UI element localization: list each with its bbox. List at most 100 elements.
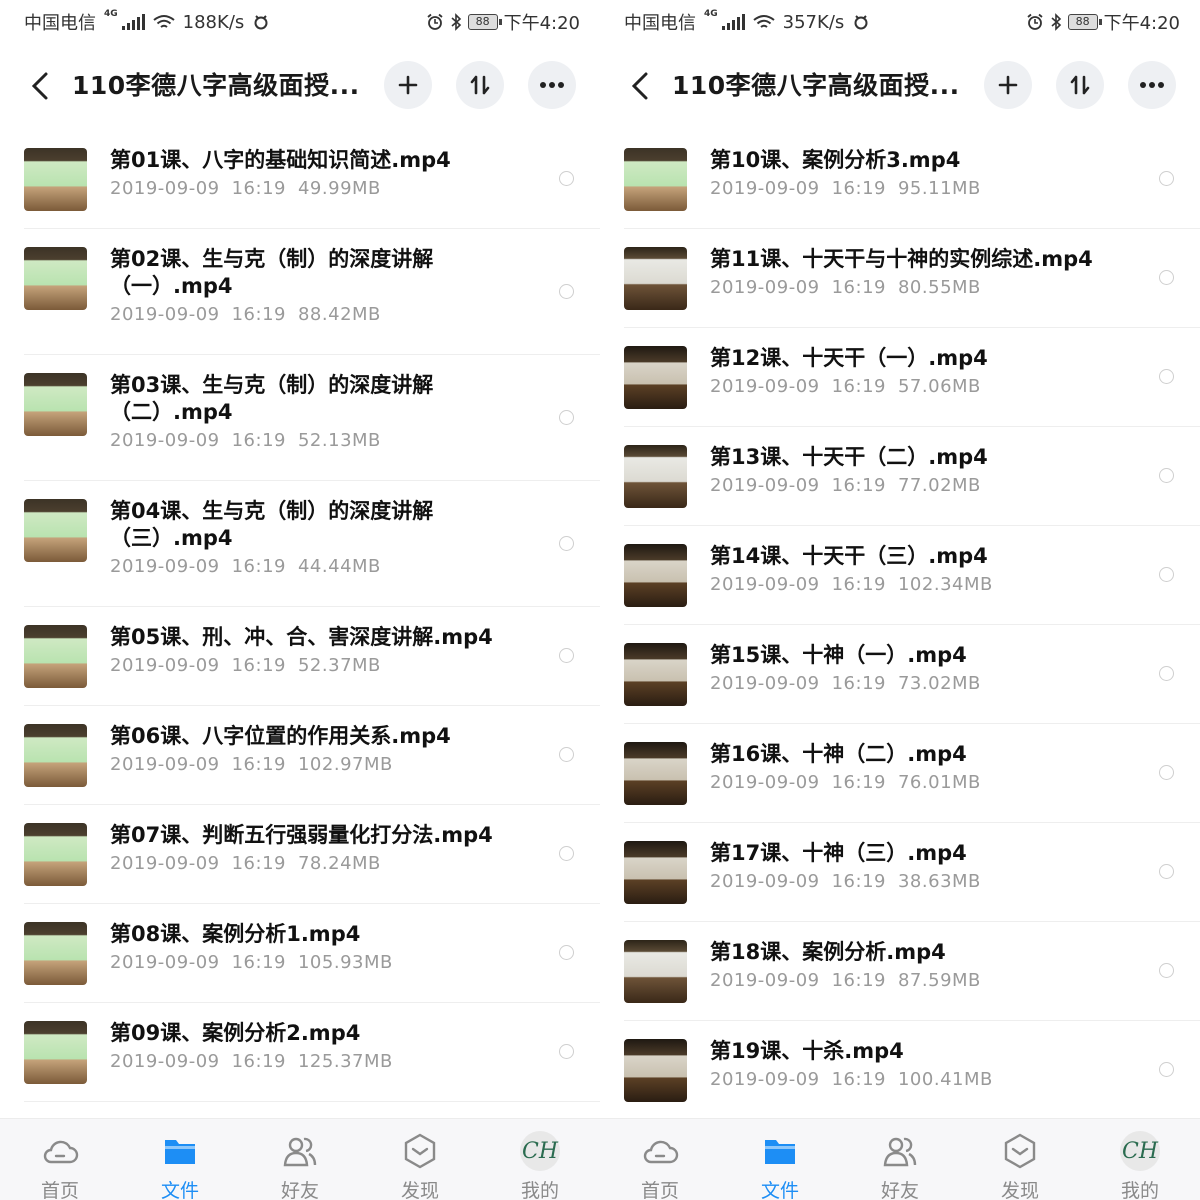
- file-row[interactable]: 第17课、十神（三）.mp4 2019-09-09 16:19 38.63MB: [624, 823, 1200, 922]
- tab-home[interactable]: 首页: [600, 1119, 720, 1200]
- select-radio[interactable]: [1159, 963, 1174, 978]
- file-name: 第17课、十神（三）.mp4: [710, 841, 967, 865]
- add-button[interactable]: [984, 61, 1032, 109]
- select-radio[interactable]: [1159, 864, 1174, 879]
- file-meta: 2019-09-09 16:19 102.34MB: [710, 574, 1005, 595]
- file-row[interactable]: 第04课、生与克（制）的深度讲解（三）.mp4 2019-09-09 16:19 44…: [24, 481, 600, 607]
- tab-discover[interactable]: 发现: [360, 1119, 480, 1200]
- tab-friends[interactable]: 好友: [240, 1119, 360, 1200]
- more-button[interactable]: [528, 61, 576, 109]
- file-date: 2019-09-09: [710, 970, 820, 991]
- alarm-icon: [1027, 13, 1043, 30]
- file-time: 16:19: [831, 1069, 886, 1090]
- video-thumbnail: [624, 1039, 687, 1102]
- file-size: 87.59MB: [897, 970, 981, 991]
- tab-label: 文件: [160, 1180, 199, 1200]
- file-date: 2019-09-09: [710, 673, 820, 694]
- file-meta: 2019-09-09 16:19 44.44MB: [110, 556, 393, 577]
- select-radio[interactable]: [1159, 369, 1174, 384]
- select-radio[interactable]: [559, 648, 574, 663]
- video-thumbnail: [24, 724, 87, 787]
- file-row[interactable]: 第15课、十神（一）.mp4 2019-09-09 16:19 73.02MB: [624, 625, 1200, 724]
- file-row[interactable]: 第16课、十神（二）.mp4 2019-09-09 16:19 76.01MB: [624, 724, 1200, 823]
- more-button[interactable]: [1128, 61, 1176, 109]
- select-radio[interactable]: [559, 747, 574, 762]
- select-radio[interactable]: [559, 536, 574, 551]
- select-radio[interactable]: [1159, 765, 1174, 780]
- file-row[interactable]: 第19课、十杀.mp4 2019-09-09 16:19 100.41MB: [624, 1021, 1200, 1118]
- file-row[interactable]: 第06课、八字位置的作用关系.mp4 2019-09-09 16:19 102.97M…: [24, 706, 600, 805]
- file-meta: 2019-09-09 16:19 105.93MB: [110, 952, 405, 973]
- sort-button[interactable]: [456, 61, 504, 109]
- phone-screen-right: 中国电信 4G 357K/s 88 下午4:20 110李德八字高级面授... …: [600, 0, 1200, 1200]
- tab-label: 首页: [640, 1180, 679, 1200]
- sort-button[interactable]: [1056, 61, 1104, 109]
- select-radio[interactable]: [559, 284, 574, 299]
- phone-screen-left: 中国电信 4G 188K/s 88 下午4:20 110李德八字高级面授... …: [0, 0, 600, 1200]
- signal-icon: [721, 14, 745, 30]
- file-row[interactable]: 第05课、刑、冲、合、害深度讲解.mp4 2019-09-09 16:19 52.37…: [24, 607, 600, 706]
- file-date: 2019-09-09: [710, 871, 820, 892]
- file-size: 52.13MB: [297, 430, 381, 451]
- select-radio[interactable]: [559, 945, 574, 960]
- file-size: 77.02MB: [897, 475, 981, 496]
- back-arrow-icon[interactable]: [626, 68, 656, 104]
- file-row[interactable]: 第08课、案例分析1.mp4 2019-09-09 16:19 105.93MB: [24, 904, 600, 1003]
- file-name: 第06课、八字位置的作用关系.mp4: [110, 724, 451, 748]
- file-size: 125.37MB: [297, 1051, 393, 1072]
- cloud-icon: [43, 1140, 79, 1164]
- file-row[interactable]: 第03课、生与克（制）的深度讲解（二）.mp4 2019-09-09 16:19 52…: [24, 355, 600, 481]
- cloud-icon: [643, 1140, 679, 1164]
- tab-discover[interactable]: 发现: [960, 1119, 1080, 1200]
- select-radio[interactable]: [1159, 1062, 1174, 1077]
- file-date: 2019-09-09: [710, 178, 820, 199]
- file-date: 2019-09-09: [110, 178, 220, 199]
- file-size: 95.11MB: [897, 178, 981, 199]
- folder-title: 110李德八字高级面授...: [672, 71, 960, 100]
- tab-me[interactable]: CH 我的: [480, 1119, 600, 1200]
- friends-icon: [883, 1137, 917, 1167]
- file-row[interactable]: 第12课、十天干（一）.mp4 2019-09-09 16:19 57.06MB: [624, 328, 1200, 427]
- tab-label: 好友: [880, 1180, 919, 1200]
- select-radio[interactable]: [559, 171, 574, 186]
- back-arrow-icon[interactable]: [26, 68, 56, 104]
- file-time: 16:19: [831, 772, 886, 793]
- file-row[interactable]: 第11课、十天干与十神的实例综述.mp4 2019-09-09 16:19 80.55…: [624, 229, 1200, 328]
- tab-home[interactable]: 首页: [0, 1119, 120, 1200]
- network-speed: 188K/s: [182, 11, 245, 33]
- file-name: 第11课、十天干与十神的实例综述.mp4: [710, 247, 1093, 271]
- avatar-icon: CH: [1120, 1131, 1160, 1171]
- add-button[interactable]: [384, 61, 432, 109]
- select-radio[interactable]: [559, 410, 574, 425]
- file-row[interactable]: 第01课、八字的基础知识简述.mp4 2019-09-09 16:19 49.99MB: [24, 130, 600, 229]
- file-time: 16:19: [831, 178, 886, 199]
- file-row[interactable]: 第13课、十天干（二）.mp4 2019-09-09 16:19 77.02MB: [624, 427, 1200, 526]
- file-row[interactable]: 第10课、案例分析3.mp4 2019-09-09 16:19 95.11MB: [624, 130, 1200, 229]
- select-radio[interactable]: [1159, 567, 1174, 582]
- discover-icon: [404, 1133, 436, 1169]
- file-row[interactable]: 第14课、十天干（三）.mp4 2019-09-09 16:19 102.34MB: [624, 526, 1200, 625]
- file-name: 第03课、生与克（制）的深度讲解（二）.mp4: [110, 373, 434, 424]
- tab-me[interactable]: CH 我的: [1080, 1119, 1200, 1200]
- video-thumbnail: [624, 643, 687, 706]
- file-size: 102.34MB: [897, 574, 993, 595]
- select-radio[interactable]: [1159, 171, 1174, 186]
- select-radio[interactable]: [559, 1044, 574, 1059]
- file-date: 2019-09-09: [110, 1051, 220, 1072]
- select-radio[interactable]: [1159, 666, 1174, 681]
- file-row[interactable]: 第02课、生与克（制）的深度讲解（一）.mp4 2019-09-09 16:19 88…: [24, 229, 600, 355]
- tab-files[interactable]: 文件: [720, 1119, 840, 1200]
- sort-icon: [470, 75, 490, 95]
- select-radio[interactable]: [1159, 270, 1174, 285]
- alarm-icon: [427, 13, 443, 30]
- select-radio[interactable]: [1159, 468, 1174, 483]
- tab-files[interactable]: 文件: [120, 1119, 240, 1200]
- file-row[interactable]: 第07课、判断五行强弱量化打分法.mp4 2019-09-09 16:19 78.24…: [24, 805, 600, 904]
- file-row[interactable]: 第18课、案例分析.mp4 2019-09-09 16:19 87.59MB: [624, 922, 1200, 1021]
- file-meta: 2019-09-09 16:19 76.01MB: [710, 772, 993, 793]
- file-row[interactable]: 第09课、案例分析2.mp4 2019-09-09 16:19 125.37MB: [24, 1003, 600, 1102]
- file-name: 第10课、案例分析3.mp4: [710, 148, 961, 172]
- tab-friends[interactable]: 好友: [840, 1119, 960, 1200]
- select-radio[interactable]: [559, 846, 574, 861]
- video-thumbnail: [24, 1021, 87, 1084]
